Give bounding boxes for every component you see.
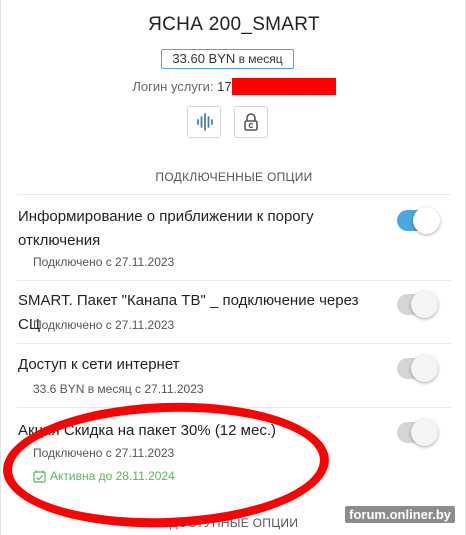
option-toggle-internet[interactable] [397,355,438,382]
option-divider [17,343,451,344]
login-label: Логин услуги: [132,79,218,94]
toggle-knob [411,355,438,382]
price-unit: в месяц [235,52,283,66]
login-value: 17 [217,79,232,94]
toggle-knob [413,207,440,234]
option-divider [17,280,451,281]
option-connected-date: Подключено с 27.11.2023 [33,255,175,269]
plan-title: ЯСНА 200_SMART [148,14,320,35]
option-name: Информирование о приближении к порогу от… [18,208,314,249]
toggle-knob [411,291,438,318]
lock-icon [244,113,258,131]
option-name: Доступ к сети интернет [18,356,180,373]
watermark: forum.onliner.by [345,506,455,523]
toggle-knob [411,419,438,446]
section-divider [17,194,451,195]
tariff-card: ЯСНА 200_SMART 33.60 BYN в месяц Логин у… [0,0,466,535]
lock-button[interactable] [234,106,268,138]
redaction-box [231,78,336,96]
price-badge: 33.60 BYN в месяц [161,49,294,69]
option-price-date: 33.6 BYN в месяц с 27.11.2023 [33,382,204,396]
connected-options-title: ПОДКЛЮЧЕННЫЕ ОПЦИИ [155,170,313,184]
option-toggle-informing[interactable] [397,207,440,234]
option-toggle-smart-tv[interactable] [397,291,438,318]
voice-button[interactable] [187,106,221,138]
option-connected-date: Подключено с 27.11.2023 [33,318,175,332]
option-toggle-discount[interactable] [397,419,438,446]
price-value: 33.60 BYN [172,51,236,66]
service-login: Логин услуги: 17 [1,78,466,96]
audio-wave-icon [197,113,213,131]
annotation-ellipse [0,397,332,533]
